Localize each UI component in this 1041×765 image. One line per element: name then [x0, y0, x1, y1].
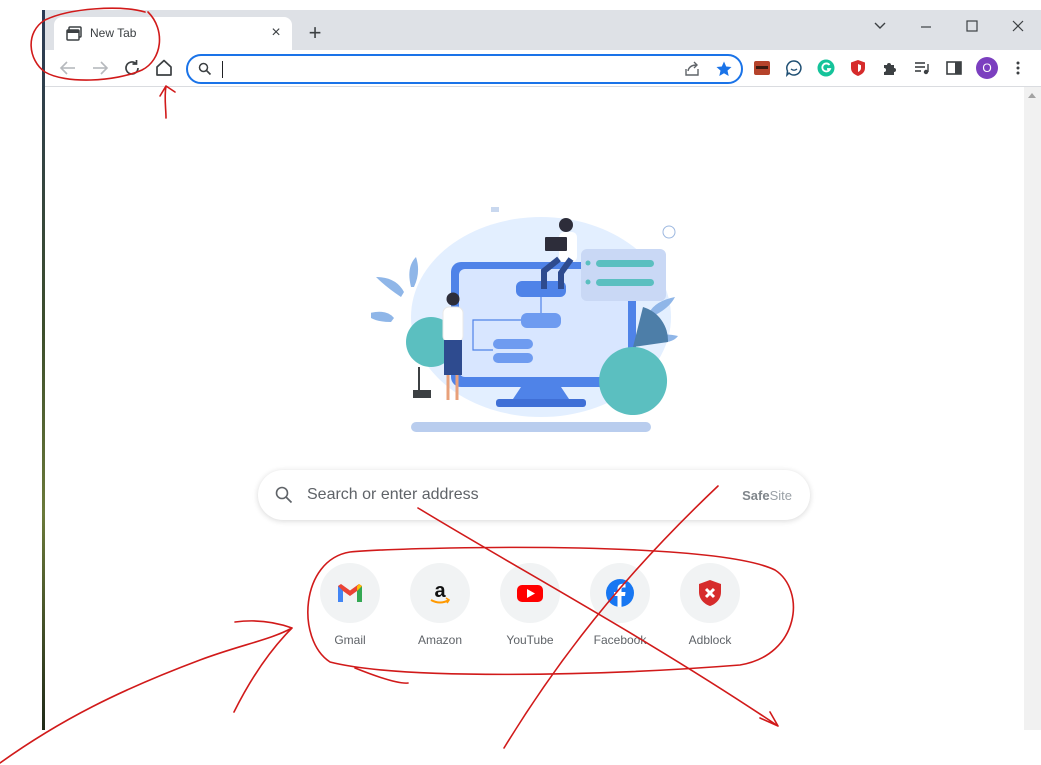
minimize-icon[interactable] [903, 14, 949, 40]
tab-favicon-icon [66, 26, 82, 41]
forward-arrow-icon[interactable] [88, 56, 112, 80]
back-arrow-icon[interactable] [56, 56, 80, 80]
desktop-background [0, 0, 46, 765]
shortcut-icon-circle [320, 563, 380, 623]
chat-icon[interactable] [785, 59, 803, 77]
svg-text:a: a [434, 580, 446, 602]
shortcut-label: Gmail [334, 633, 366, 647]
shortcut-icon-circle [500, 563, 560, 623]
shortcut-amazon[interactable]: a Amazon [400, 563, 480, 653]
grammarly-icon[interactable] [817, 59, 835, 77]
share-icon[interactable] [683, 60, 701, 78]
shortcut-icon-circle [680, 563, 740, 623]
shortcut-tiles: Gmail a Amazon YouTube Facebook Adblock [310, 563, 770, 653]
shortcut-youtube[interactable]: YouTube [490, 563, 570, 653]
shortcut-adblock[interactable]: Adblock [670, 563, 750, 653]
maximize-icon[interactable] [949, 14, 995, 40]
search-placeholder: Search or enter address [307, 486, 479, 503]
shortcut-label: Amazon [417, 633, 463, 647]
search-box[interactable]: Search or enter address SafeSite [258, 470, 810, 520]
amazon-icon: a [430, 580, 451, 604]
hero-illustration [371, 207, 678, 432]
new-tab-page: Search or enter address SafeSite Gmail a… [45, 87, 1041, 730]
youtube-icon [517, 585, 543, 602]
safesite-brand: SafeSite [742, 488, 792, 503]
profile-avatar[interactable]: O [976, 57, 998, 79]
gmail-icon [338, 584, 362, 602]
adblock-shield-icon [699, 580, 721, 606]
text-caret [222, 61, 223, 78]
new-tab-button[interactable]: + [303, 22, 327, 46]
shield-icon[interactable] [849, 59, 867, 77]
address-bar[interactable] [186, 54, 743, 84]
vertical-scrollbar[interactable] [1024, 87, 1041, 730]
puzzle-icon[interactable] [881, 59, 899, 77]
scroll-up-arrow-icon[interactable] [1028, 93, 1036, 98]
shortcut-label: YouTube [506, 633, 554, 647]
tab-close-icon[interactable]: × [268, 25, 284, 41]
facebook-icon [606, 579, 634, 607]
browser-toolbar: O [45, 50, 1041, 87]
star-icon[interactable] [715, 60, 733, 78]
search-icon [198, 62, 212, 76]
media-queue-icon[interactable] [913, 59, 931, 77]
shortcut-label: Adblock [688, 633, 732, 647]
tab-search-chevron-icon[interactable] [857, 14, 903, 40]
kebab-menu-icon[interactable] [1009, 59, 1027, 77]
shortcut-icon-circle: a [410, 563, 470, 623]
search-icon [275, 486, 293, 504]
shortcut-gmail[interactable]: Gmail [310, 563, 390, 653]
side-panel-icon[interactable] [945, 59, 963, 77]
password-manager-icon[interactable] [753, 59, 771, 77]
reload-icon[interactable] [120, 56, 144, 80]
tab-new-tab[interactable]: New Tab × [54, 17, 292, 50]
close-window-icon[interactable] [995, 14, 1041, 40]
tab-title: New Tab [90, 26, 137, 40]
tab-strip: New Tab × + [45, 10, 1041, 50]
shortcut-icon-circle [590, 563, 650, 623]
shortcut-label: Facebook [593, 633, 647, 647]
shortcut-facebook[interactable]: Facebook [580, 563, 660, 653]
browser-window: New Tab × + O Search or enter address Sa… [45, 10, 1041, 730]
home-icon[interactable] [152, 56, 176, 80]
